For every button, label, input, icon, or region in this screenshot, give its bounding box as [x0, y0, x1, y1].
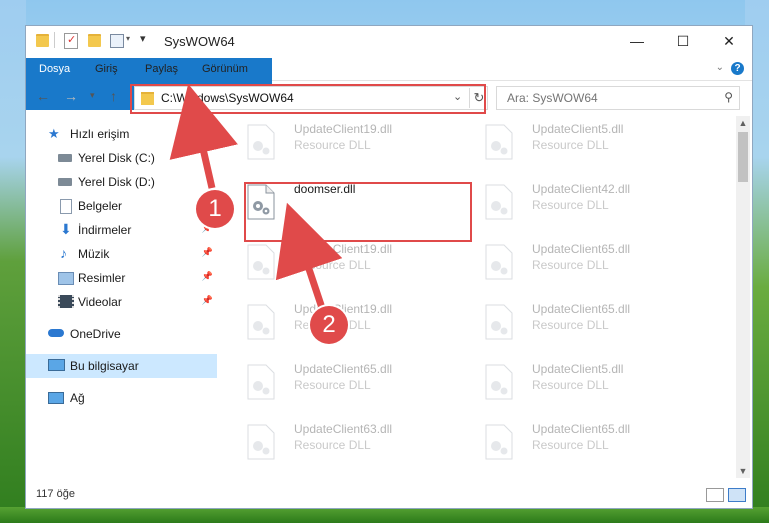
arrow-to-address — [169, 83, 238, 189]
step-badge-2: 2 — [310, 306, 348, 344]
annotation-arrows — [169, 83, 343, 310]
arrow-to-file — [275, 202, 343, 310]
step-badge-1: 1 — [196, 190, 234, 228]
